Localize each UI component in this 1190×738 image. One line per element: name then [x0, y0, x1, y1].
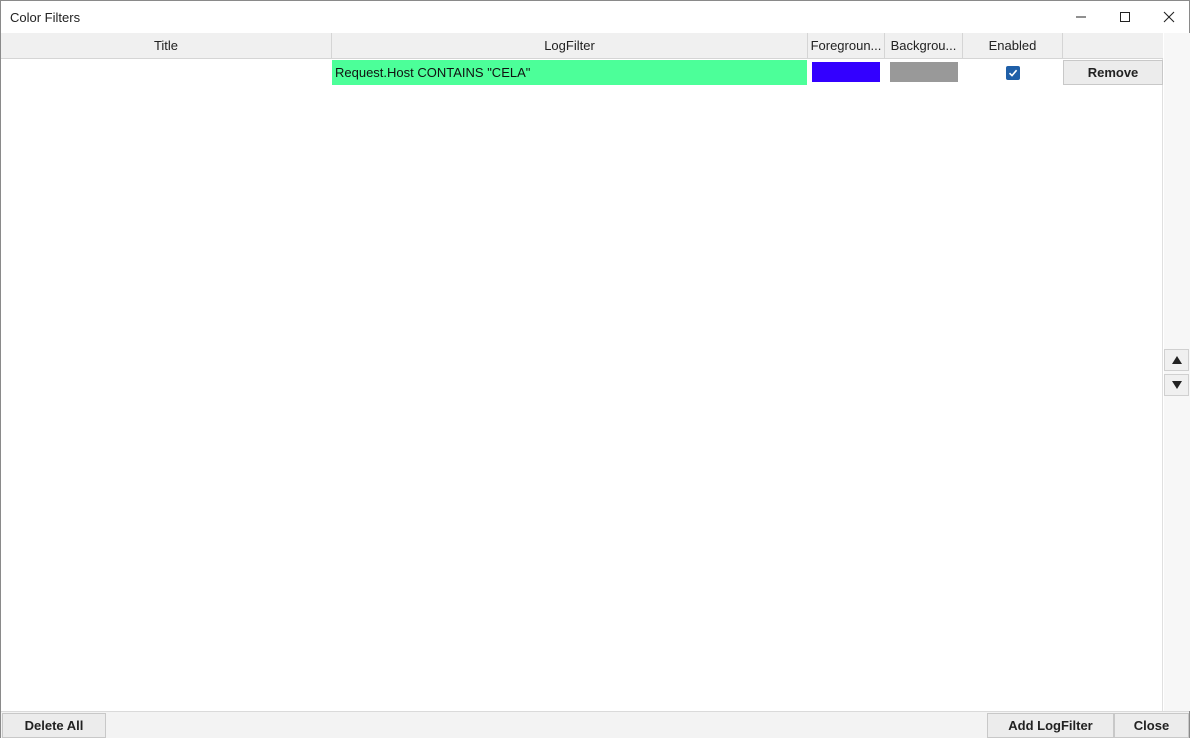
move-up-button[interactable] [1164, 349, 1189, 371]
close-button[interactable]: Close [1114, 713, 1189, 738]
minimize-button[interactable] [1058, 1, 1103, 33]
window-title: Color Filters [10, 10, 81, 25]
maximize-button[interactable] [1102, 1, 1147, 33]
column-header-enabled[interactable]: Enabled [963, 33, 1063, 59]
triangle-up-icon [1171, 356, 1182, 364]
table-row[interactable]: Request.Host CONTAINS "CELA" Remove [1, 59, 1163, 86]
delete-all-button[interactable]: Delete All [2, 713, 106, 738]
enabled-cell [963, 60, 1063, 85]
move-down-button[interactable] [1164, 374, 1189, 396]
column-header-logfilter[interactable]: LogFilter [332, 33, 808, 59]
column-header-foreground[interactable]: Foregroun... [808, 33, 885, 59]
column-header-action [1063, 33, 1163, 59]
minimize-icon [1075, 16, 1086, 18]
title-cell[interactable] [1, 60, 332, 85]
triangle-down-icon [1171, 381, 1182, 389]
add-logfilter-button[interactable]: Add LogFilter [987, 713, 1114, 738]
background-color-swatch[interactable] [890, 62, 958, 82]
close-icon [1163, 11, 1174, 23]
close-window-button[interactable] [1146, 1, 1190, 33]
remove-button[interactable]: Remove [1063, 60, 1163, 85]
title-bar: Color Filters [1, 1, 1189, 33]
enabled-checkbox[interactable] [1006, 65, 1020, 80]
footer-bar: Delete All Add LogFilter Close [1, 711, 1189, 738]
column-header-title[interactable]: Title [1, 33, 332, 59]
checkmark-icon [1008, 69, 1018, 77]
filters-grid: Title LogFilter Foregroun... Backgrou...… [1, 33, 1163, 711]
foreground-color-swatch[interactable] [812, 62, 880, 82]
side-panel [1164, 33, 1190, 711]
logfilter-cell[interactable]: Request.Host CONTAINS "CELA" [332, 60, 807, 85]
grid-header: Title LogFilter Foregroun... Backgrou...… [1, 33, 1163, 59]
maximize-icon [1119, 12, 1130, 22]
column-header-background[interactable]: Backgrou... [885, 33, 963, 59]
color-filters-window: Color Filters Title LogFilter Foregroun.… [0, 0, 1190, 738]
